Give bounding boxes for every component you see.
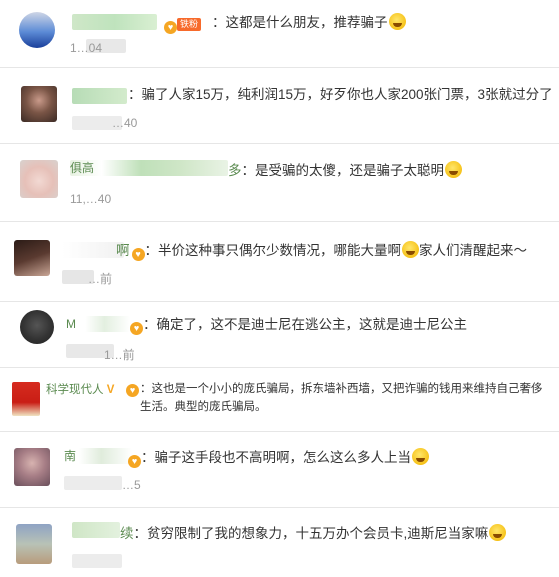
- username[interactable]: [72, 522, 120, 538]
- heart-badge-icon: ♥: [130, 322, 143, 335]
- comment-item: ：骗了人家15万，纯利润15万，好歹你也人家200张门票，3张就过分了 …40: [0, 68, 559, 144]
- timestamp: …前: [88, 272, 113, 286]
- avatar[interactable]: [16, 524, 52, 564]
- username[interactable]: [72, 88, 127, 104]
- laugh-cry-emoji-icon: [388, 13, 406, 30]
- username[interactable]: [62, 242, 124, 258]
- avatar[interactable]: [14, 240, 50, 276]
- comment-text: ：这都是什么朋友，推荐骗子: [212, 13, 406, 32]
- username-prefix: 俱高: [70, 161, 95, 175]
- avatar[interactable]: [12, 382, 40, 416]
- comment-item: 啊 ♥ ：半价这种事只偶尔少数情况，哪能大量啊 家人们清醒起来～ …前: [0, 222, 559, 302]
- laugh-cry-emoji-icon: [489, 524, 507, 541]
- fan-badge: ♥ 铁粉: [162, 15, 202, 34]
- comment-text: ：骗了人家15万，纯利润15万，好歹你也人家200张门票，3张就过分了: [128, 87, 553, 102]
- username-suffix: 啊: [116, 243, 130, 258]
- heart-badge-icon: ♥: [128, 455, 141, 468]
- avatar[interactable]: [20, 160, 58, 198]
- username-suffix: 续: [120, 526, 134, 541]
- comment-item: 南 ♥ ：骗子这手段也不高明啊，怎么这么多人上当 …5: [0, 432, 559, 508]
- heart-badge-icon: ♥: [164, 21, 177, 34]
- fan-label: 铁粉: [177, 18, 202, 31]
- verified-v-icon: V: [106, 384, 115, 396]
- comment-text: ：这也是一个小小的庞氏骗局，拆东墙补西墙，又把诈骗的钱用来维持自己奢侈生活。典型…: [140, 383, 543, 413]
- username[interactable]: 科学现代人 V: [46, 382, 126, 398]
- username[interactable]: [72, 14, 157, 30]
- comment-item: 俱高 多：是受骗的太傻，还是骗子太聪明 11,…40: [0, 144, 559, 222]
- comment-item: M ♥ ：确定了，这不是迪士尼在逃公主，这就是迪士尼公主 1…前: [0, 302, 559, 368]
- username-prefix: 南: [64, 449, 77, 463]
- comment-text-tail: 家人们清醒起来～: [419, 243, 527, 258]
- comment-text: 多：是受骗的太傻，还是骗子太聪明: [228, 161, 462, 180]
- comment-text: 续：贫穷限制了我的想象力，十五万办个会员卡,迪斯尼当家嘛: [120, 524, 507, 543]
- timestamp: …40: [112, 116, 138, 130]
- laugh-cry-emoji-icon: [445, 161, 462, 178]
- timestamp: 11,…40: [70, 192, 112, 206]
- avatar[interactable]: [14, 448, 50, 486]
- comment-text-content: 是受骗的太傻，还是骗子太聪明: [255, 163, 444, 178]
- comment-text-content: 骗子这手段也不高明啊，怎么这么多人上当: [154, 450, 412, 465]
- username-prefix: M: [66, 317, 76, 331]
- timestamp: 1…04: [70, 41, 103, 55]
- comment-item: ♥ 铁粉 ：这都是什么朋友，推荐骗子 1…04: [0, 0, 559, 68]
- avatar[interactable]: [19, 12, 55, 48]
- avatar[interactable]: [21, 86, 57, 122]
- timestamp: 1…前: [104, 348, 135, 362]
- comment-text-content: 半价这种事只偶尔少数情况，哪能大量啊: [158, 243, 401, 258]
- sweat-emoji-icon: [412, 448, 429, 465]
- timestamp: …5: [122, 478, 141, 492]
- username-text: 科学现代人: [46, 384, 104, 396]
- comment-text-content: 贫穷限制了我的想象力，十五万办个会员卡,迪斯尼当家嘛: [147, 526, 489, 541]
- avatar[interactable]: [20, 310, 54, 344]
- comment-text-content: 骗了人家15万，纯利润15万，好歹你也人家200张门票，3张就过分了: [141, 87, 553, 102]
- username[interactable]: 南: [64, 448, 132, 464]
- username-suffix: 多: [228, 163, 242, 178]
- comment-text-content: 这也是一个小小的庞氏骗局，拆东墙补西墙，又把诈骗的钱用来维持自己奢侈生活。典型的…: [140, 383, 543, 413]
- comment-text: ♥ ：骗子这手段也不高明啊，怎么这么多人上当: [126, 448, 429, 468]
- username[interactable]: 俱高: [70, 160, 228, 176]
- comment-text: 啊 ♥ ：半价这种事只偶尔少数情况，哪能大量啊 家人们清醒起来～: [116, 241, 527, 261]
- comment-text: ♥ ：确定了，这不是迪士尼在逃公主，这就是迪士尼公主: [128, 316, 467, 335]
- worried-emoji-icon: [402, 241, 419, 258]
- timestamp-blur: [64, 476, 122, 490]
- comment-text-content: 这都是什么朋友，推荐骗子: [225, 15, 388, 30]
- comment-item: 续：贫穷限制了我的想象力，十五万办个会员卡,迪斯尼当家嘛: [0, 508, 559, 577]
- comment-item: 科学现代人 V ♥ ：这也是一个小小的庞氏骗局，拆东墙补西墙，又把诈骗的钱用来维…: [0, 368, 559, 432]
- comment-text-content: 确定了，这不是迪士尼在逃公主，这就是迪士尼公主: [156, 317, 468, 332]
- timestamp-blur: [72, 554, 122, 568]
- heart-badge-icon: ♥: [126, 384, 139, 397]
- heart-badge-icon: ♥: [131, 248, 145, 261]
- username[interactable]: M: [66, 316, 130, 332]
